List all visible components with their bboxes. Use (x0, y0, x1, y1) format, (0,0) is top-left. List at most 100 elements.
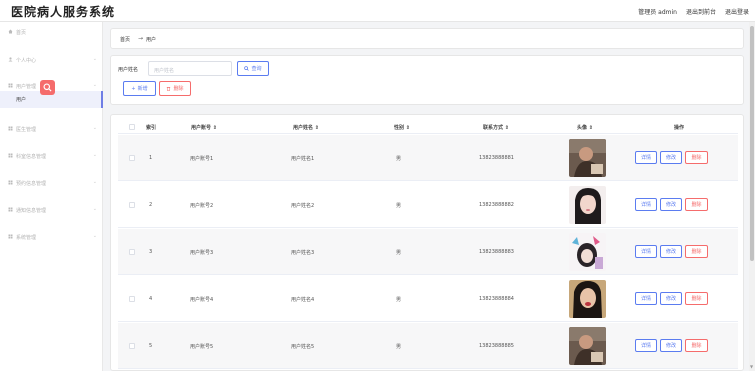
select-all-checkbox[interactable] (129, 124, 135, 130)
sidebar-item-system[interactable]: 系统管理 ⌄ (0, 230, 103, 244)
table-row: 5 用户账号5 用户姓名5 男 13823888885 详情 修改 删除 (118, 323, 738, 369)
delete-button[interactable]: 删除 (685, 292, 708, 305)
edit-button[interactable]: 修改 (660, 198, 682, 211)
edit-button[interactable]: 修改 (660, 245, 682, 258)
cell-index: 1 (149, 155, 153, 161)
table-row: 1 用户账号1 用户姓名1 男 13823888881 详情 修改 删除 (118, 135, 738, 181)
search-label: 用户姓名 (118, 67, 139, 73)
breadcrumb-home[interactable]: 首页 (120, 36, 130, 43)
add-button[interactable]: + 新增 (123, 81, 156, 96)
row-checkbox[interactable] (129, 202, 135, 208)
table-header: 索引 用户账号 ⇕ 用户姓名 ⇕ 性别 ⇕ 联系方式 ⇕ 头像 ⇕ 操作 (118, 120, 738, 134)
detail-button[interactable]: 详情 (635, 198, 657, 211)
cell-gender: 男 (396, 344, 402, 350)
table-row: 2 用户账号2 用户姓名2 男 13823888882 详情 修改 删除 (118, 182, 738, 228)
chevron-down-icon: ⌄ (92, 206, 97, 212)
delete-button[interactable]: 删除 (685, 245, 708, 258)
cell-phone: 13823888883 (479, 249, 514, 255)
detail-button[interactable]: 详情 (635, 151, 657, 164)
batch-delete-label: 删除 (173, 86, 184, 92)
sidebar-item-label: 用户管理 (16, 84, 37, 90)
edit-button[interactable]: 修改 (660, 151, 682, 164)
cell-gender: 男 (396, 297, 402, 303)
column-phone-label: 联系方式 (483, 125, 504, 131)
sidebar: 首页 个人中心 ⌄ 用户管理 ⌄ 用户 医生管理 ⌄ 科室信息管理 ⌄ 预约信息… (0, 22, 103, 371)
column-gender[interactable]: 性别 ⇕ (394, 124, 410, 131)
avatar-image (569, 280, 606, 318)
cell-name: 用户姓名5 (291, 344, 315, 350)
grid-icon (8, 153, 13, 158)
cell-index: 3 (149, 249, 153, 255)
delete-button[interactable]: 删除 (685, 339, 708, 352)
cell-index: 5 (149, 343, 153, 349)
row-actions: 详情 修改 删除 (635, 198, 708, 211)
search-input[interactable]: 用户姓名 (148, 61, 232, 76)
grid-icon (8, 234, 13, 239)
logout-link[interactable]: 退出登录 (725, 7, 749, 16)
cell-account: 用户账号2 (190, 203, 214, 209)
avatar-image (569, 327, 606, 365)
column-account[interactable]: 用户账号 ⇕ (191, 124, 217, 131)
breadcrumb: 首页 → 用户 (110, 28, 744, 49)
grid-icon (8, 207, 13, 212)
edit-button[interactable]: 修改 (660, 292, 682, 305)
cell-gender: 男 (396, 203, 402, 209)
detail-button[interactable]: 详情 (635, 245, 657, 258)
cell-phone: 13823888882 (479, 202, 514, 208)
column-account-label: 用户账号 (191, 125, 212, 131)
chevron-down-icon: ⌄ (92, 152, 97, 158)
front-link[interactable]: 退出到前台 (686, 7, 716, 16)
row-actions: 详情 修改 删除 (635, 245, 708, 258)
breadcrumb-current: 用户 (146, 37, 157, 43)
detail-button[interactable]: 详情 (635, 292, 657, 305)
column-gender-label: 性别 (394, 125, 405, 131)
user-icon (8, 57, 13, 62)
row-checkbox[interactable] (129, 343, 135, 349)
sidebar-item-departments[interactable]: 科室信息管理 ⌄ (0, 149, 103, 163)
row-checkbox[interactable] (129, 155, 135, 161)
sidebar-item-doctors[interactable]: 医生管理 ⌄ (0, 122, 103, 136)
cell-phone: 13823888885 (479, 343, 514, 349)
cell-phone: 13823888881 (479, 155, 514, 161)
sidebar-item-profile[interactable]: 个人中心 ⌄ (0, 53, 103, 67)
search-icon (43, 83, 52, 92)
sidebar-item-label: 首页 (16, 30, 27, 36)
table-row: 3 用户账号3 用户姓名3 男 13823888883 详情 修改 删除 (118, 229, 738, 275)
cell-account: 用户账号3 (190, 250, 214, 256)
cell-account: 用户账号1 (190, 156, 214, 162)
query-button[interactable]: 查询 (237, 61, 269, 76)
row-actions: 详情 修改 删除 (635, 339, 708, 352)
row-checkbox[interactable] (129, 296, 135, 302)
detail-button[interactable]: 详情 (635, 339, 657, 352)
home-icon (8, 29, 13, 34)
cell-gender: 男 (396, 156, 402, 162)
delete-button[interactable]: 删除 (685, 151, 708, 164)
column-name[interactable]: 用户姓名 ⇕ (293, 124, 319, 131)
breadcrumb-separator: → (138, 35, 144, 42)
page-scrollbar[interactable]: ▼ (749, 22, 755, 371)
filter-panel: 用户姓名 用户姓名 查询 + 新增 删除 (110, 55, 744, 105)
sidebar-item-appointments[interactable]: 预约信息管理 ⌄ (0, 176, 103, 190)
cell-gender: 男 (396, 250, 402, 256)
row-checkbox[interactable] (129, 249, 135, 255)
grid-icon (8, 83, 13, 88)
search-placeholder: 用户姓名 (154, 68, 175, 74)
cell-name: 用户姓名4 (291, 297, 315, 303)
scrollbar-thumb[interactable] (750, 26, 754, 261)
edit-button[interactable]: 修改 (660, 339, 682, 352)
cell-name: 用户姓名2 (291, 203, 315, 209)
column-actions: 操作 (674, 125, 685, 131)
delete-button[interactable]: 删除 (685, 198, 708, 211)
sidebar-item-home[interactable]: 首页 (0, 25, 103, 39)
plus-icon: + (131, 85, 136, 92)
column-index: 索引 (146, 125, 157, 131)
column-phone[interactable]: 联系方式 ⇕ (483, 124, 509, 131)
row-actions: 详情 修改 删除 (635, 151, 708, 164)
chevron-down-icon: ⌄ (92, 125, 97, 131)
sidebar-item-notices[interactable]: 通知信息管理 ⌄ (0, 203, 103, 217)
scroll-down-icon[interactable]: ▼ (750, 364, 753, 369)
batch-delete-button[interactable]: 删除 (159, 81, 191, 96)
top-bar: 医院病人服务系统 管理员 admin 退出到前台 退出登录 (0, 0, 755, 22)
floating-search-button[interactable] (40, 80, 55, 95)
column-avatar[interactable]: 头像 ⇕ (577, 124, 593, 131)
